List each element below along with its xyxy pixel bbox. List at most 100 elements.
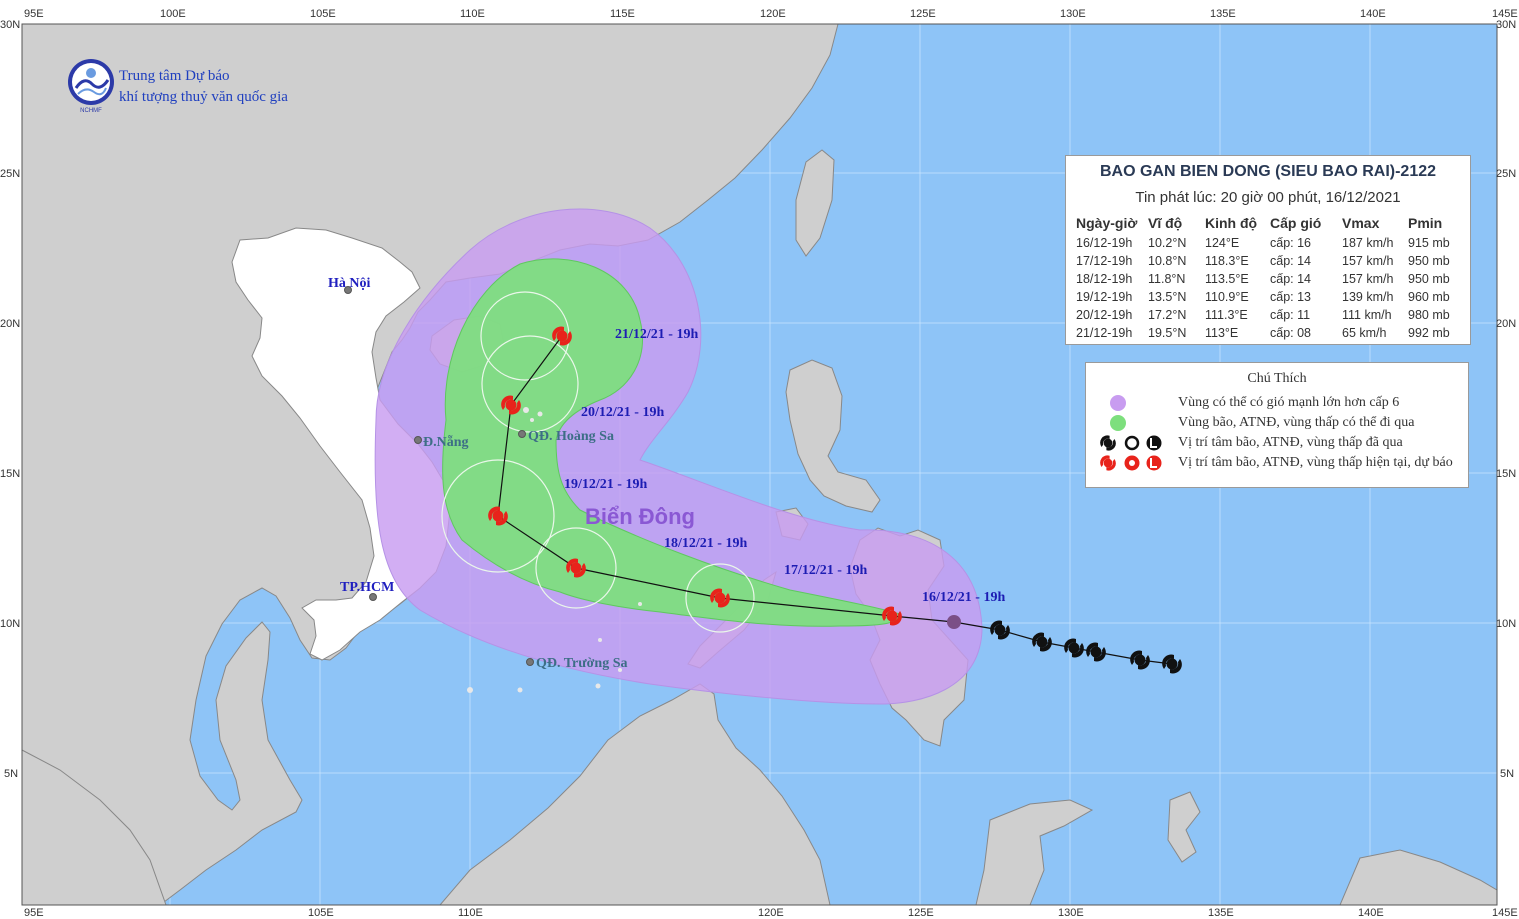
table-cell: 113°E [1205,326,1239,340]
legend-box: Chú Thích Vùng có thể có gió mạnh lớn hơ… [1085,362,1469,488]
table-cell: cấp: 08 [1270,326,1312,340]
table-cell: 113.5°E [1205,272,1249,286]
bulletin-issued: Tin phát lúc: 20 giờ 00 phút, 16/12/2021 [1135,189,1401,206]
nchmf-logo: NCHMF [68,59,114,114]
col-header: Cấp gió [1270,215,1322,231]
table-cell: 124°E [1205,236,1240,250]
logo-text: NCHMF [80,108,102,114]
table-cell: 111 km/h [1342,308,1392,322]
svg-text:10N: 10N [1496,618,1516,630]
legend-item-storm-zone: Vùng bão, ATNĐ, vùng thấp có thể đi qua [1098,413,1463,433]
table-cell: cấp: 11 [1270,308,1311,322]
table-cell: 10.8°N [1148,254,1187,268]
table-cell: 157 km/h [1342,254,1394,268]
past-storm-symbols-icon [1100,435,1162,451]
svg-text:20N: 20N [0,318,20,330]
table-cell: 19.5°N [1148,326,1187,340]
purple-zone-swatch-icon [1110,395,1126,411]
bulletin-box: BAO GAN BIEN DONG (SIEU BAO RAI)-2122 Ti… [1065,155,1471,345]
svg-text:130E: 130E [1060,8,1086,20]
table-row: 21/12-19h 19.5°N 113°E cấp: 08 65 km/h 992 mb [1076,324,1464,342]
svg-text:110E: 110E [460,8,485,20]
legend-item-strong-wind: Vùng có thể có gió mạnh lớn hơn cấp 6 [1098,393,1463,413]
place-hanoi: Hà Nội [328,276,371,291]
col-header: Vmax [1342,215,1380,231]
table-cell: 65 km/h [1342,326,1387,340]
legend-item-past-position: Vị trí tâm bão, ATNĐ, vùng thấp đã qua [1098,433,1463,453]
green-zone-swatch-icon [1110,415,1126,431]
svg-text:135E: 135E [1208,907,1234,919]
bulletin-title: BAO GAN BIEN DONG (SIEU BAO RAI)-2122 [1099,163,1437,180]
forecast-label-19: 19/12/21 - 19h [564,477,647,492]
legend-title: Chú Thích [1247,371,1307,386]
table-cell: 992 mb [1408,326,1450,340]
table-cell: 110.9°E [1205,290,1249,304]
forecast-label-17: 17/12/21 - 19h [784,563,867,578]
svg-text:145E: 145E [1492,907,1518,919]
svg-text:135E: 135E [1210,8,1236,20]
legend-item-current-position: Vị trí tâm bão, ATNĐ, vùng thấp hiện tại… [1098,453,1463,473]
sea-name: Biển Đông [585,504,695,529]
table-row: 20/12-19h 17.2°N 111.3°E cấp: 11 111 km/h 980… [1076,306,1464,324]
col-header: Kinh độ [1205,215,1258,231]
svg-text:10N: 10N [0,618,20,630]
svg-text:110E: 110E [458,907,483,919]
table-row: 18/12-19h 11.8°N 113.5°E cấp: 14 157 km/h 950… [1076,270,1464,288]
place-truongsa: QĐ. Trường Sa [536,656,628,671]
forecast-label-21: 21/12/21 - 19h [615,327,698,342]
past-position-dot [947,615,961,629]
col-header: Vĩ độ [1148,215,1183,231]
table-cell: 915 mb [1408,236,1450,250]
table-header-row: Ngày-giờ Vĩ độ Kinh độ Cấp gió Vmax Pmin [1076,212,1464,234]
svg-text:95E: 95E [24,8,44,20]
table-cell: cấp: 16 [1270,236,1312,250]
table-cell: 950 mb [1408,254,1450,268]
current-storm-symbols-icon [1100,455,1162,471]
svg-text:95E: 95E [24,907,44,919]
col-header: Ngày-giờ [1076,215,1138,231]
table-cell: 950 mb [1408,272,1450,286]
table-cell: 17.2°N [1148,308,1187,322]
svg-text:125E: 125E [908,907,934,919]
table-cell: 19/12-19h [1076,290,1133,304]
table-cell: 10.2°N [1148,236,1187,250]
org-name-line1: Trung tâm Dự báo [119,68,230,84]
place-hcm: TP.HCM [340,580,394,595]
svg-text:125E: 125E [910,8,936,20]
table-cell: 21/12-19h [1076,326,1133,340]
place-hoangsa: QĐ. Hoàng Sa [528,429,614,444]
table-cell: 139 km/h [1342,290,1394,304]
svg-text:105E: 105E [310,8,336,20]
table-cell: 11.8°N [1148,272,1186,286]
svg-text:5N: 5N [4,768,18,780]
table-row: 17/12-19h 10.8°N 118.3°E cấp: 14 157 km/h 950… [1076,252,1464,270]
table-cell: cấp: 14 [1270,272,1312,286]
legend-label: Vị trí tâm bão, ATNĐ, vùng thấp hiện tại… [1178,455,1453,470]
org-name-line2: khí tượng thuỷ văn quốc gia [119,89,288,105]
table-cell: 18/12-19h [1076,272,1133,286]
organization-header: NCHMF Trung tâm Dự báo khí tượng thuỷ vă… [66,58,366,118]
table-cell: 980 mb [1408,308,1450,322]
forecast-label-16: 16/12/21 - 19h [922,590,1005,605]
bulletin-table: Ngày-giờ Vĩ độ Kinh độ Cấp gió Vmax Pmin… [1076,212,1464,342]
table-cell: 187 km/h [1342,236,1394,250]
table-cell: 111.3°E [1205,308,1248,322]
svg-text:130E: 130E [1058,907,1084,919]
svg-text:105E: 105E [308,907,334,919]
table-row: 16/12-19h 10.2°N 124°E cấp: 16 187 km/h 915 m… [1076,234,1464,252]
svg-text:140E: 140E [1360,8,1386,20]
svg-text:25N: 25N [0,168,20,180]
svg-text:30N: 30N [0,19,20,31]
col-header: Pmin [1408,215,1443,231]
table-cell: cấp: 14 [1270,254,1312,268]
table-cell: 118.3°E [1205,254,1249,268]
forecast-label-18: 18/12/21 - 19h [664,536,747,551]
table-cell: 157 km/h [1342,272,1394,286]
svg-text:115E: 115E [610,8,635,20]
table-cell: 960 mb [1408,290,1450,304]
legend-label: Vùng có thể có gió mạnh lớn hơn cấp 6 [1178,395,1400,410]
svg-text:120E: 120E [760,8,786,20]
table-row: 19/12-19h 13.5°N 110.9°E cấp: 13 139 km/h 960… [1076,288,1464,306]
svg-text:140E: 140E [1358,907,1384,919]
table-cell: 16/12-19h [1076,236,1133,250]
